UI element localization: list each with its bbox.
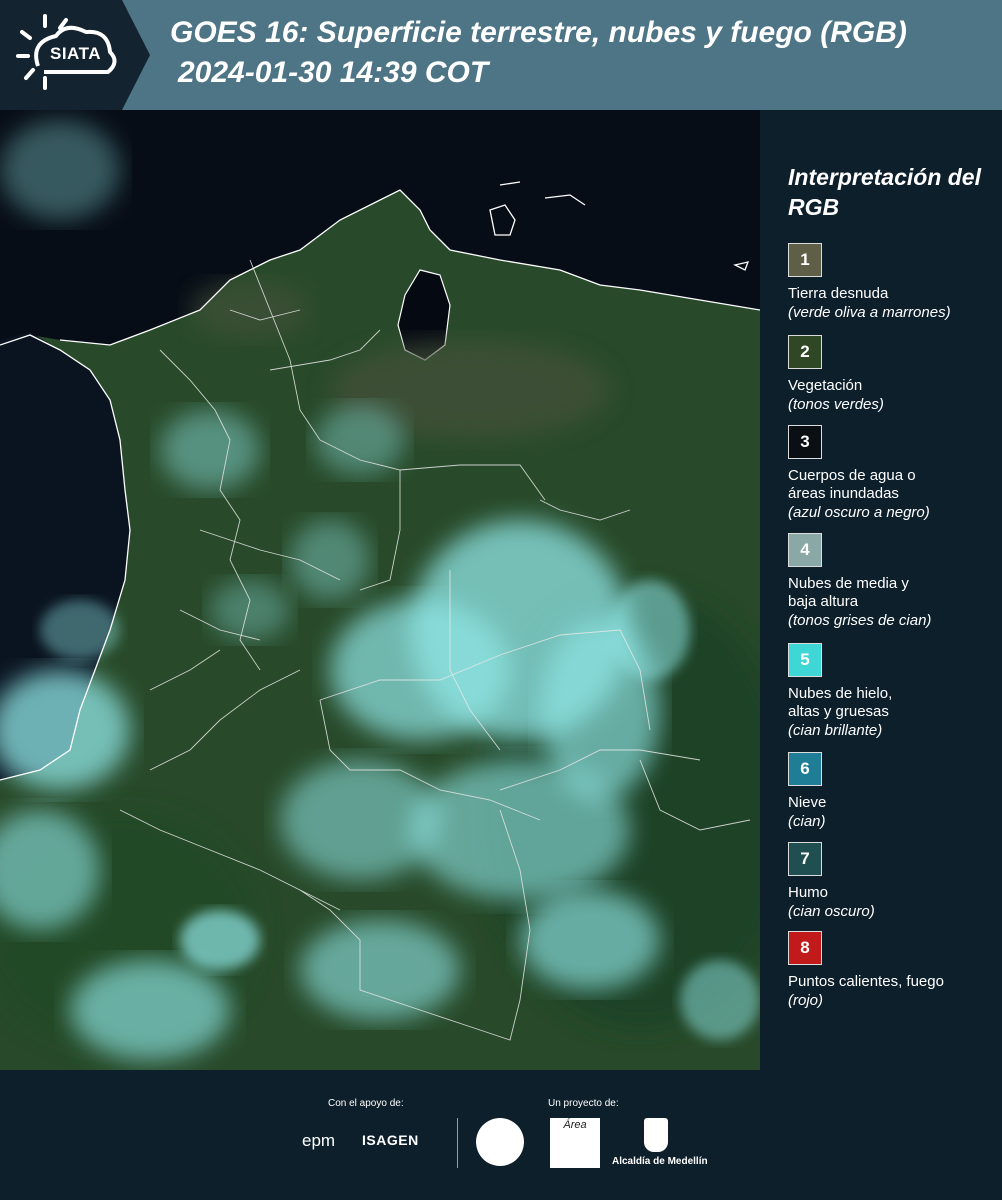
area-logo-text: Área	[563, 1119, 587, 1131]
legend-item-fire: 8 Puntos calientes, fuego (rojo)	[788, 931, 1000, 1010]
legend-swatch: 8	[788, 931, 822, 965]
legend-label: Puntos calientes, fuego	[788, 973, 944, 990]
legend-item-ice-clouds: 5 Nubes de hielo, altas y gruesas (cian …	[788, 643, 1000, 740]
legend-sub: (verde oliva a marrones)	[788, 304, 951, 321]
legend-swatch: 3	[788, 425, 822, 459]
legend-label: Cuerpos de agua o áreas inundadas	[788, 467, 916, 502]
map-canvas	[0, 110, 760, 1070]
legend-title: Interpretación del RGB	[788, 164, 981, 220]
legend-sub: (tonos grises de cian)	[788, 612, 932, 629]
support-label: Con el apoyo de:	[328, 1098, 404, 1109]
page-title: GOES 16: Superficie terrestre, nubes y f…	[170, 16, 907, 49]
legend-label: Nubes de hielo, altas y gruesas	[788, 685, 893, 720]
legend-item-vegetation: 2 Vegetación (tonos verdes)	[788, 335, 1000, 414]
legend-item-smoke: 7 Humo (cian oscuro)	[788, 842, 1000, 921]
footer: Con el apoyo de: Un proyecto de: epm ISA…	[0, 1070, 1002, 1200]
legend-item-snow: 6 Nieve (cian)	[788, 752, 1000, 831]
legend-panel: Interpretación del RGB 1 Tierra desnuda …	[770, 110, 1002, 1070]
legend-sub: (rojo)	[788, 992, 824, 1009]
legend-sub: (cian)	[788, 813, 826, 830]
legend-label: Nieve	[788, 794, 827, 811]
isagen-logo: ISAGEN	[362, 1132, 419, 1148]
epm-logo: epm	[302, 1131, 336, 1150]
project-label: Un proyecto de:	[548, 1098, 619, 1109]
alcaldia-logo-text: Alcaldía de Medellín	[612, 1156, 708, 1167]
legend-sub: (cian oscuro)	[788, 903, 875, 920]
seal-logo	[476, 1118, 524, 1166]
legend-label: Tierra desnuda	[788, 285, 889, 302]
satellite-map[interactable]	[0, 110, 760, 1070]
legend-label: Vegetación	[788, 377, 863, 394]
legend-sub: (cian brillante)	[788, 722, 883, 739]
alcaldia-shield-icon	[644, 1118, 668, 1152]
header-bar: SIATA GOES 16: Superficie terrestre, nub…	[0, 0, 1002, 110]
legend-swatch: 2	[788, 335, 822, 369]
page-datetime: 2024-01-30 14:39 COT	[178, 56, 489, 89]
legend-item-low-clouds: 4 Nubes de media y baja altura (tonos gr…	[788, 533, 1000, 630]
legend-swatch: 7	[788, 842, 822, 876]
legend-sub: (azul oscuro a negro)	[788, 504, 930, 521]
footer-divider	[457, 1118, 458, 1168]
legend-swatch: 6	[788, 752, 822, 786]
legend-swatch: 4	[788, 533, 822, 567]
logo-text: SIATA	[50, 44, 101, 63]
legend-item-water: 3 Cuerpos de agua o áreas inundadas (azu…	[788, 425, 1000, 522]
legend-swatch: 5	[788, 643, 822, 677]
area-metropolitana-logo: Área	[550, 1118, 600, 1168]
legend-item-bare-land: 1 Tierra desnuda (verde oliva a marrones…	[788, 243, 1000, 322]
siata-logo: SIATA	[0, 0, 150, 110]
legend-swatch: 1	[788, 243, 822, 277]
legend-sub: (tonos verdes)	[788, 396, 884, 413]
legend-label: Humo	[788, 884, 829, 901]
legend-label: Nubes de media y baja altura	[788, 575, 909, 610]
